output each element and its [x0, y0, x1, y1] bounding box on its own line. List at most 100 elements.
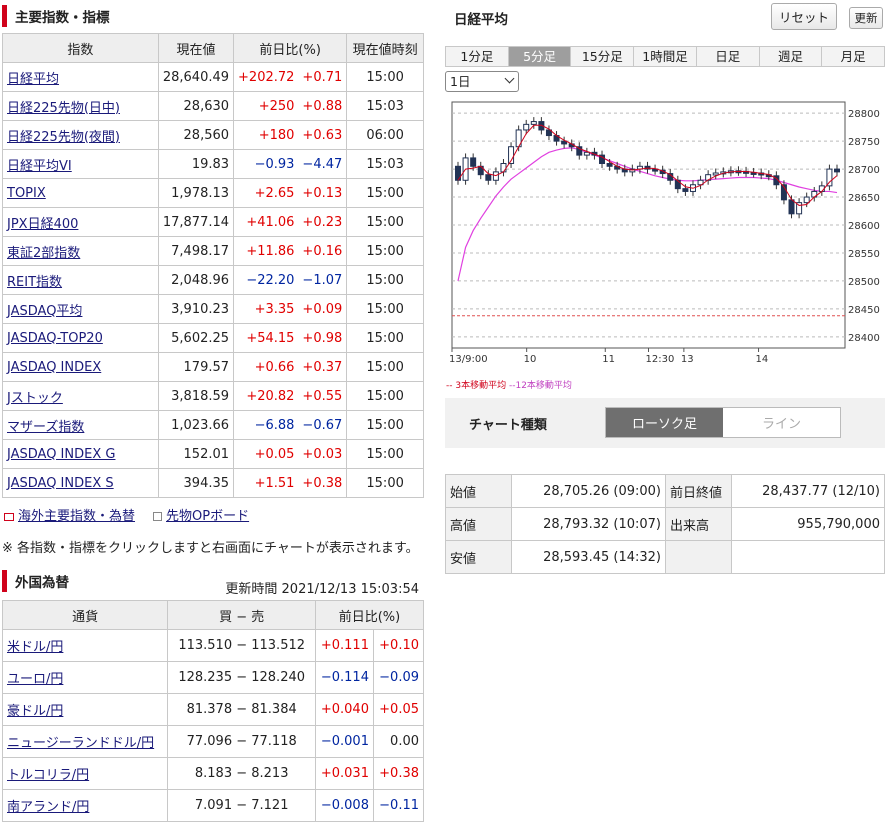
timeframe-tab[interactable]: 1分足 — [446, 47, 509, 66]
index-value: 19.83 — [157, 149, 235, 179]
range-select[interactable]: 1日 — [445, 71, 519, 92]
chart-type-label: チャート種類 — [469, 418, 547, 433]
index-time: 15:00 — [346, 207, 424, 237]
index-name-link[interactable]: 日経225先物(夜間) — [7, 130, 120, 145]
fx-change-pct: −0.09 — [372, 661, 425, 694]
index-name-link[interactable]: 日経平均 — [7, 72, 59, 87]
x-tick-label: 13/9:00 — [449, 354, 488, 365]
index-value: 152.01 — [157, 439, 235, 469]
index-name-link[interactable]: JPX日経400 — [7, 217, 78, 232]
fx-currency-link[interactable]: トルコリラ/円 — [7, 768, 89, 783]
index-name-link[interactable]: 東証2部指数 — [7, 246, 80, 261]
index-name-link[interactable]: REIT指数 — [7, 275, 62, 290]
line-option[interactable]: ライン — [723, 408, 840, 437]
fx-change: −0.008 — [314, 789, 374, 822]
index-name-link[interactable]: JASDAQ-TOP20 — [7, 331, 103, 346]
index-change-pct: +0.63 — [298, 120, 348, 150]
ohlc-row: 安値 28,593.45 (14:32) — [445, 540, 885, 574]
candlestick-option[interactable]: ローソク足 — [606, 408, 723, 437]
y-tick-label: 28650 — [848, 193, 880, 204]
index-name-link[interactable]: JASDAQ INDEX S — [7, 476, 114, 491]
index-value: 2,048.96 — [157, 265, 235, 295]
timeframe-tab[interactable]: 5分足 — [508, 47, 572, 66]
fx-change-pct: +0.38 — [372, 757, 425, 790]
fx-currency-link[interactable]: 南アランド/円 — [7, 800, 89, 815]
fx-bidask: 77.096 − 77.118 — [167, 725, 316, 758]
index-time: 15:00 — [346, 265, 424, 295]
index-value: 28,560 — [157, 120, 235, 150]
ohlc-table: 始値 28,705.26 (09:00) 前日終値 28,437.77 (12/… — [445, 474, 885, 574]
price-chart[interactable]: 28400 28450 28500 28550 28600 28650 28700 28750… — [445, 96, 885, 378]
y-tick-label: 28750 — [848, 137, 880, 148]
index-time: 15:00 — [346, 439, 424, 469]
fx-bidask: 128.235 − 128.240 — [167, 661, 316, 694]
index-name-link[interactable]: JASDAQ INDEX — [7, 360, 101, 375]
fx-currency-link[interactable]: ユーロ/円 — [7, 672, 63, 687]
timeframe-tab[interactable]: 月足 — [822, 47, 884, 66]
chart-legend: -- 3本移動平均 --12本移動平均 — [446, 378, 572, 391]
overseas-index-link[interactable]: 海外主要指数・為替 — [18, 509, 135, 524]
legend-ma12: 12本移動平均 — [515, 381, 572, 391]
index-change: +1.51 — [233, 468, 299, 498]
index-name-link[interactable]: JASDAQ INDEX G — [7, 447, 115, 462]
y-tick-label: 28800 — [848, 109, 880, 120]
index-change: −0.93 — [233, 149, 299, 179]
reset-button[interactable]: リセット — [771, 3, 837, 30]
fx-bidask: 8.183 − 8.213 — [167, 757, 316, 790]
fx-change-pct: −0.11 — [372, 789, 425, 822]
plot-area — [451, 101, 846, 349]
index-name-link[interactable]: Jストック — [7, 391, 63, 406]
index-name-cell: 東証2部指数 — [2, 236, 159, 266]
fx-bidask: 113.510 − 113.512 — [167, 629, 316, 662]
fx-currency-link[interactable]: 米ドル/円 — [7, 640, 63, 655]
fx-row: 南アランド/円 7.091 − 7.121 −0.008 −0.11 — [1, 789, 425, 822]
index-name-link[interactable]: マザーズ指数 — [7, 420, 84, 435]
index-name-cell: JPX日経400 — [2, 207, 159, 237]
fx-currency-link[interactable]: ニュージーランドドル/円 — [7, 736, 154, 751]
section-marker — [2, 570, 7, 592]
x-tick-label: 10 — [524, 354, 537, 365]
candle-body — [803, 196, 810, 204]
index-value: 394.35 — [157, 468, 235, 498]
index-row: JASDAQ-TOP20 5,602.25 +54.15 +0.98 15:00 — [2, 323, 424, 353]
index-name-link[interactable]: 日経225先物(日中) — [7, 101, 120, 116]
index-time: 15:00 — [346, 294, 424, 324]
futures-board-link[interactable]: 先物OPボード — [166, 509, 249, 524]
index-row: TOPIX 1,978.13 +2.65 +0.13 15:00 — [2, 178, 424, 208]
indices-table: 指数 現在値 前日比(%) 現在値時刻 日経平均 28,640.49 +202.72… — [2, 33, 424, 498]
refresh-button[interactable]: 更新 — [849, 7, 883, 29]
index-time: 15:00 — [346, 381, 424, 411]
index-name-link[interactable]: TOPIX — [7, 186, 46, 201]
index-change: +11.86 — [233, 236, 299, 266]
index-time: 15:00 — [346, 468, 424, 498]
x-tick-label: 13 — [681, 354, 694, 365]
ohlc-row: 高値 28,793.32 (10:07) 出来高 955,790,000 — [445, 507, 885, 541]
index-change-pct: +0.71 — [298, 62, 348, 92]
index-row: JASDAQ INDEX 179.57 +0.66 +0.37 15:00 — [2, 352, 424, 382]
index-change-pct: +0.37 — [298, 352, 348, 382]
index-row: マザーズ指数 1,023.66 −6.88 −0.67 15:00 — [2, 410, 424, 440]
indices-title: 主要指数・指標 — [15, 10, 110, 26]
index-change-pct: −1.07 — [298, 265, 348, 295]
volume-label: 出来高 — [665, 507, 732, 541]
timeframe-tab[interactable]: 週足 — [760, 47, 823, 66]
timeframe-tab[interactable]: 日足 — [697, 47, 760, 66]
index-change-pct: +0.23 — [298, 207, 348, 237]
timeframe-tab[interactable]: 15分足 — [571, 47, 635, 66]
fx-change-pct: 0.00 — [372, 725, 425, 758]
timeframe-tab[interactable]: 1時間足 — [634, 47, 697, 66]
index-name-link[interactable]: 日経平均VI — [7, 159, 72, 174]
index-change: +250 — [233, 91, 299, 121]
index-value: 17,877.14 — [157, 207, 235, 237]
fx-currency-link[interactable]: 豪ドル/円 — [7, 704, 63, 719]
index-row: 東証2部指数 7,498.17 +11.86 +0.16 15:00 — [2, 236, 424, 266]
index-name-link[interactable]: JASDAQ平均 — [7, 304, 82, 319]
candle-body — [826, 168, 833, 187]
index-value: 1,023.66 — [157, 410, 235, 440]
index-change-pct: +0.98 — [298, 323, 348, 353]
col-change-header: 前日比(%) — [233, 33, 348, 63]
index-change: +180 — [233, 120, 299, 150]
y-tick-label: 28550 — [848, 249, 880, 260]
ohlc-row: 始値 28,705.26 (09:00) 前日終値 28,437.77 (12/… — [445, 474, 885, 508]
overseas-index-link-wrap: 海外主要指数・為替 — [4, 505, 135, 524]
